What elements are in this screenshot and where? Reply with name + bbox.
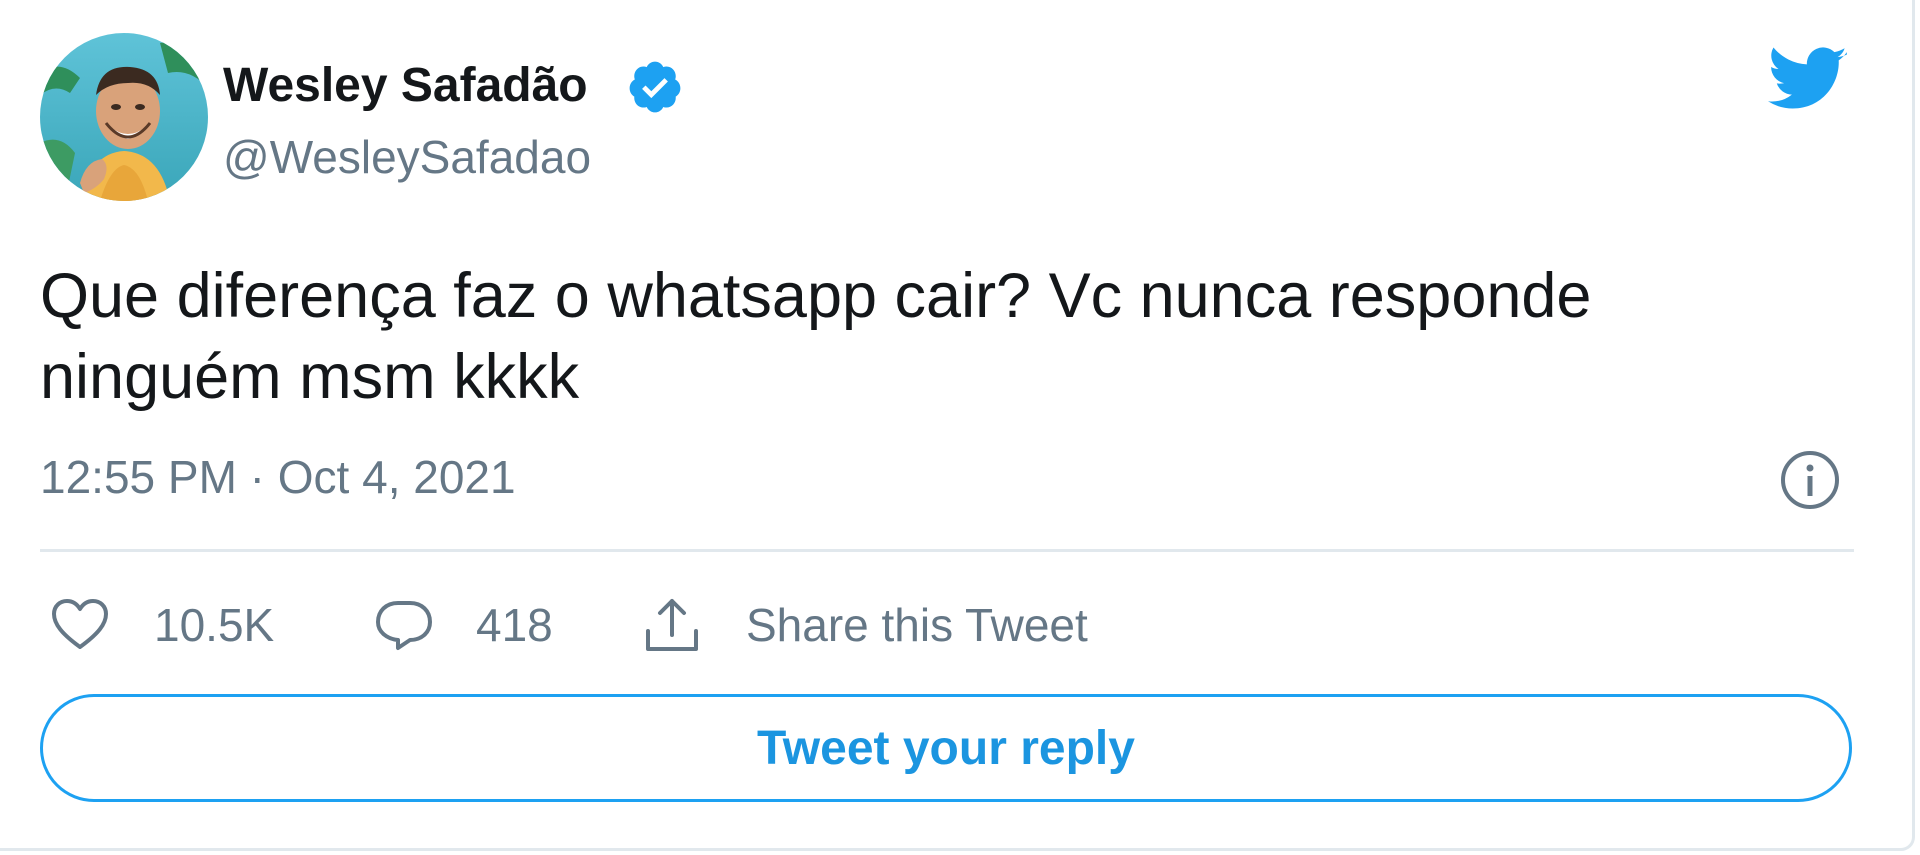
reply-action-button[interactable]: 418 [372,592,553,658]
info-icon[interactable] [1778,448,1842,512]
verified-badge-icon [629,61,681,113]
tweet-your-reply-button[interactable]: Tweet your reply [40,694,1852,802]
like-button[interactable]: 10.5K [48,592,274,658]
share-button[interactable]: Share this Tweet [640,592,1088,658]
avatar[interactable] [40,33,208,201]
share-label: Share this Tweet [746,599,1088,651]
twitter-bird-icon[interactable] [1768,46,1848,114]
divider [40,549,1854,552]
share-upload-icon [646,599,698,651]
reply-count: 418 [476,599,553,651]
speech-bubble-icon [376,601,432,650]
author-handle[interactable]: @WesleySafadao [223,130,591,184]
avatar-photo [40,33,208,201]
tweet-card: Wesley Safadão @WesleySafadao Que difere… [0,0,1915,851]
tweet-text: Que diferença faz o whatsapp cair? Vc nu… [40,261,1592,412]
like-count: 10.5K [154,599,275,651]
author-name[interactable]: Wesley Safadão [223,58,588,113]
heart-icon [52,599,108,649]
tweet-timestamp[interactable]: 12:55 PM · Oct 4, 2021 [40,450,516,504]
